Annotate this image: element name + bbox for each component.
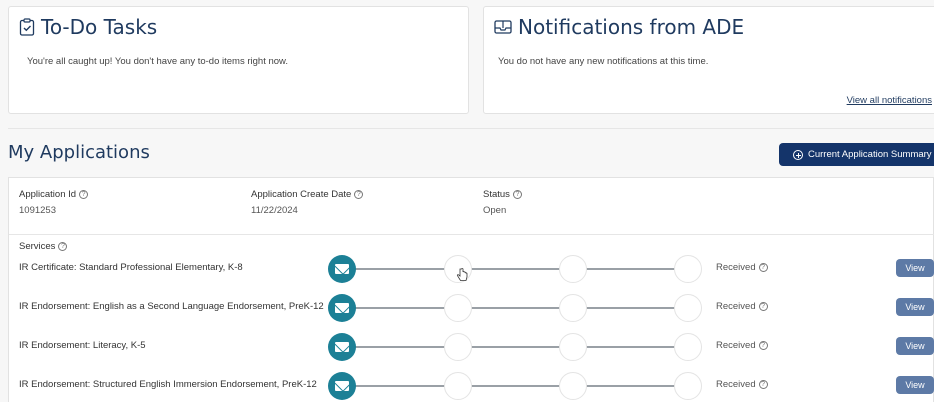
service-status: Received? bbox=[716, 340, 768, 351]
help-icon[interactable]: ? bbox=[512, 190, 522, 199]
status-value: Open bbox=[483, 205, 507, 216]
view-button[interactable]: View bbox=[896, 337, 934, 355]
clipboard-check-icon bbox=[19, 18, 35, 36]
application-id-label: Application Id bbox=[19, 189, 77, 200]
help-icon[interactable]: ? bbox=[354, 190, 364, 199]
view-button[interactable]: View bbox=[896, 376, 934, 394]
envelope-icon bbox=[335, 264, 349, 274]
step-node bbox=[674, 333, 702, 361]
step-node bbox=[444, 372, 472, 400]
plus-circle-icon bbox=[793, 149, 803, 160]
todo-card: To-Do Tasks You're all caught up! You do… bbox=[8, 6, 469, 114]
service-status-text: Received bbox=[716, 379, 756, 390]
create-date-value: 11/22/2024 bbox=[251, 205, 298, 216]
status-label: Status bbox=[483, 189, 510, 200]
create-date-field: Application Create Date? 11/22/2024 bbox=[251, 189, 364, 216]
services-label-text: Services bbox=[19, 241, 56, 252]
todo-title: To-Do Tasks bbox=[19, 15, 157, 39]
step-node bbox=[559, 333, 587, 361]
help-icon[interactable]: ? bbox=[758, 341, 768, 350]
step-received-node bbox=[328, 294, 356, 322]
view-button[interactable]: View bbox=[896, 298, 934, 316]
inbox-icon bbox=[494, 20, 512, 34]
notifications-title-text: Notifications from ADE bbox=[518, 15, 745, 39]
step-node bbox=[674, 294, 702, 322]
step-received-node bbox=[328, 255, 356, 283]
my-applications-title: My Applications bbox=[8, 142, 150, 163]
service-status-text: Received bbox=[716, 262, 756, 273]
hand-cursor-icon bbox=[456, 268, 468, 281]
help-icon[interactable]: ? bbox=[79, 190, 89, 199]
progress-track bbox=[341, 346, 701, 348]
step-node bbox=[559, 255, 587, 283]
status-field: Status? Open bbox=[483, 189, 522, 216]
help-icon[interactable]: ? bbox=[758, 263, 768, 272]
step-node bbox=[559, 372, 587, 400]
todo-message: You're all caught up! You don't have any… bbox=[27, 56, 289, 67]
notifications-card: Notifications from ADE You do not have a… bbox=[483, 6, 934, 114]
view-all-notifications-link[interactable]: View all notifications bbox=[847, 95, 932, 106]
help-icon[interactable]: ? bbox=[758, 302, 768, 311]
panel-divider bbox=[9, 234, 934, 235]
service-name: IR Endorsement: Structured English Immer… bbox=[19, 379, 317, 390]
envelope-icon bbox=[335, 303, 349, 313]
step-received-node bbox=[328, 372, 356, 400]
step-node bbox=[559, 294, 587, 322]
service-status-text: Received bbox=[716, 340, 756, 351]
service-row: IR Endorsement: Structured English Immer… bbox=[9, 371, 934, 401]
application-id-field: Application Id? 1091253 bbox=[19, 189, 89, 216]
summary-button-label: Current Application Summary bbox=[808, 149, 932, 160]
current-application-summary-button[interactable]: Current Application Summary bbox=[779, 143, 934, 166]
service-row: IR Certificate: Standard Professional El… bbox=[9, 254, 934, 284]
envelope-icon bbox=[335, 342, 349, 352]
help-icon[interactable]: ? bbox=[58, 242, 68, 251]
service-name: IR Endorsement: English as a Second Lang… bbox=[19, 301, 324, 312]
view-button[interactable]: View bbox=[896, 259, 934, 277]
todo-title-text: To-Do Tasks bbox=[41, 15, 158, 39]
application-id-value: 1091253 bbox=[19, 205, 56, 216]
help-icon[interactable]: ? bbox=[758, 380, 768, 389]
step-received-node bbox=[328, 333, 356, 361]
service-status: Received? bbox=[716, 262, 768, 273]
application-panel: Application Id? 1091253 Application Crea… bbox=[8, 177, 934, 402]
create-date-label: Application Create Date bbox=[251, 189, 352, 200]
services-label: Services ? bbox=[19, 241, 68, 252]
service-name: IR Endorsement: Literacy, K-5 bbox=[19, 340, 146, 351]
section-divider bbox=[8, 128, 934, 129]
progress-track bbox=[341, 385, 701, 387]
service-status: Received? bbox=[716, 301, 768, 312]
notifications-message: You do not have any new notifications at… bbox=[498, 56, 709, 67]
step-node bbox=[674, 372, 702, 400]
step-node bbox=[444, 333, 472, 361]
service-status: Received? bbox=[716, 379, 768, 390]
service-row: IR Endorsement: Literacy, K-5 Received? … bbox=[9, 332, 934, 362]
step-node bbox=[444, 294, 472, 322]
service-name: IR Certificate: Standard Professional El… bbox=[19, 262, 243, 273]
envelope-icon bbox=[335, 381, 349, 391]
service-status-text: Received bbox=[716, 301, 756, 312]
service-row: IR Endorsement: English as a Second Lang… bbox=[9, 293, 934, 323]
progress-track bbox=[341, 307, 701, 309]
step-node bbox=[674, 255, 702, 283]
progress-track bbox=[341, 268, 701, 270]
notifications-title: Notifications from ADE bbox=[494, 15, 744, 39]
